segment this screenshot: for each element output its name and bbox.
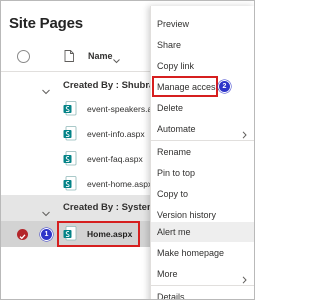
select-all-checkbox[interactable]	[17, 50, 30, 63]
menu-item-label: Alert me	[157, 227, 191, 237]
menu-item-label: Details	[157, 292, 185, 300]
annotation-badge: 2	[218, 80, 231, 93]
file-type-icon[interactable]	[64, 49, 74, 67]
file-name[interactable]: event-home.aspx	[87, 179, 152, 189]
annotation-highlight	[152, 76, 218, 97]
menu-item-automate[interactable]: Automate	[151, 119, 254, 139]
menu-divider	[151, 140, 254, 141]
menu-item-label: Make homepage	[157, 248, 225, 258]
menu-item-label: Share	[157, 40, 182, 50]
menu-item-label: Rename	[157, 147, 192, 157]
context-menu: Preview Share Copy link Manage access De…	[150, 6, 254, 300]
menu-item-label: Pin to top	[157, 168, 196, 178]
menu-item-copy-link[interactable]: Copy link	[151, 56, 254, 76]
menu-item-label: More	[157, 269, 178, 279]
group-label: Created By : Shubrato	[63, 80, 164, 91]
menu-item-preview[interactable]: Preview	[151, 14, 254, 34]
menu-item-label: Copy link	[157, 61, 195, 71]
file-name[interactable]: event-faq.aspx	[87, 154, 143, 164]
header-divider	[1, 71, 151, 72]
menu-item-label: Automate	[157, 124, 196, 134]
annotation-badge: 1	[40, 228, 53, 241]
file-name[interactable]: event-info.aspx	[87, 129, 145, 139]
list-item[interactable]: event-info.aspx	[1, 121, 151, 148]
screenshot-frame: Site Pages Name Created By : Shubrato ev…	[0, 0, 255, 300]
chevron-down-icon[interactable]	[42, 204, 50, 222]
menu-item-label: Delete	[157, 103, 184, 113]
menu-item-label: Copy to	[157, 189, 189, 199]
menu-divider	[151, 285, 254, 286]
menu-item-alert-me[interactable]: Alert me	[151, 222, 254, 242]
list-item[interactable]: event-home.aspx	[1, 171, 152, 198]
menu-item-delete[interactable]: Delete	[151, 98, 254, 118]
menu-item-pin-to-top[interactable]: Pin to top	[151, 163, 254, 183]
menu-item-make-homepage[interactable]: Make homepage	[151, 243, 254, 263]
menu-item-details[interactable]: Details	[151, 287, 254, 300]
group-header[interactable]: Created By : System Account	[1, 195, 196, 222]
list-item[interactable]: event-faq.aspx	[1, 146, 151, 173]
list-item[interactable]: event-speakers.aspx	[1, 96, 165, 123]
menu-item-label: Version history	[157, 210, 217, 220]
menu-item-share[interactable]: Share	[151, 35, 254, 55]
chevron-down-icon[interactable]	[113, 51, 120, 69]
menu-item-rename[interactable]: Rename	[151, 142, 254, 162]
page-title: Site Pages	[9, 15, 83, 32]
menu-item-more[interactable]: More	[151, 264, 254, 284]
sitepage-icon	[63, 101, 77, 121]
sitepage-icon	[63, 151, 77, 171]
annotation-highlight	[57, 221, 140, 247]
menu-item-copy-to[interactable]: Copy to	[151, 184, 254, 204]
sitepage-icon	[63, 126, 77, 146]
checkmark-icon[interactable]	[17, 229, 28, 240]
sitepage-icon	[63, 176, 77, 196]
name-column-header[interactable]: Name	[88, 51, 113, 61]
menu-item-label: Preview	[157, 19, 190, 29]
